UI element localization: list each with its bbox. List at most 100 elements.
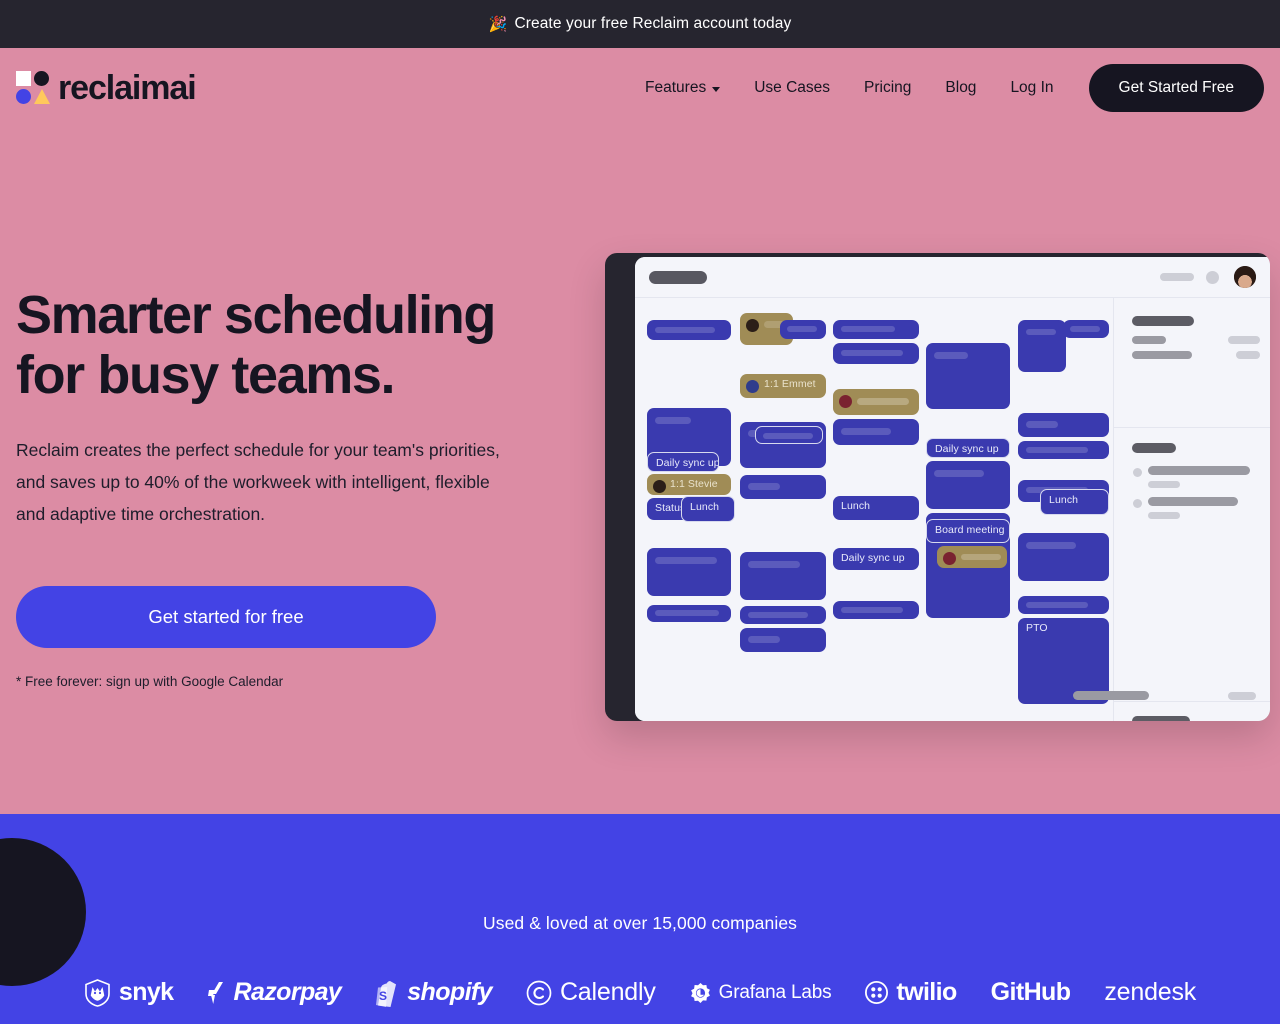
panel-text-placeholder <box>1132 336 1166 344</box>
panel-meta-placeholder <box>1148 512 1180 519</box>
nav-item-features[interactable]: Features <box>628 71 737 105</box>
event-placeholder-line <box>787 326 817 332</box>
calendar-event[interactable] <box>755 426 823 444</box>
topbar-status-dot[interactable] <box>1206 271 1219 284</box>
event-placeholder-line <box>841 607 903 613</box>
logo-label: Calendly <box>559 978 656 1006</box>
hero-subtext: Reclaim creates the perfect schedule for… <box>16 439 500 524</box>
calendar-event[interactable]: Lunch <box>1040 489 1109 515</box>
social-proof-title: Used & loved at over 15,000 companies <box>482 913 798 933</box>
avatar <box>746 380 759 393</box>
panel-title-placeholder <box>1132 316 1194 326</box>
social-proof-section: Used & loved at over 15,000 companies sn… <box>0 814 1280 1024</box>
calendar-event[interactable] <box>833 389 919 415</box>
calendar-event[interactable] <box>740 475 826 499</box>
calendar-event[interactable] <box>740 606 826 624</box>
event-placeholder-line <box>857 398 909 405</box>
event-placeholder-line <box>841 428 891 435</box>
panel-meta-placeholder <box>1148 481 1180 488</box>
logo-circle-dark-shape <box>34 71 49 86</box>
event-placeholder-line <box>841 326 895 332</box>
party-popper-icon: 🎉 <box>488 16 508 33</box>
nav-item-pricing[interactable]: Pricing <box>847 71 928 105</box>
event-placeholder-line <box>934 470 984 477</box>
avatar <box>746 319 759 332</box>
logo-razorpay: Razorpay <box>207 978 342 1007</box>
calendar-event[interactable] <box>647 605 731 622</box>
event-placeholder-line <box>655 557 717 564</box>
logo-zendesk: zendesk <box>1104 978 1196 1007</box>
calendar-event[interactable] <box>926 461 1010 509</box>
calendar-event[interactable] <box>1018 441 1109 459</box>
nav-item-label: Features <box>645 79 707 96</box>
nav-item-log-in[interactable]: Log In <box>993 71 1070 105</box>
calendar-event[interactable] <box>740 628 826 652</box>
calendar-grid: Daily sync up 1:1 Stevie Status r Lunch <box>635 298 1113 721</box>
logo-snyk: snyk <box>84 978 174 1007</box>
main-navigation: Features Use Cases Pricing Blog Log In G… <box>628 64 1264 112</box>
panel-meta-placeholder <box>1236 351 1260 359</box>
calendar-event[interactable] <box>926 343 1010 409</box>
logo-label: twilio <box>896 978 957 1006</box>
company-logo-row: snyk Razorpay S shopify Calendly Grafana… <box>0 978 1280 1007</box>
panel-title-placeholder <box>1132 716 1190 721</box>
calendar-event[interactable] <box>937 546 1007 568</box>
logo-label: GitHub <box>990 978 1071 1006</box>
avatar-image <box>1234 266 1256 288</box>
logo-grafana-labs: Grafana Labs <box>690 982 832 1004</box>
calendar-event[interactable] <box>1063 320 1109 338</box>
event-placeholder-line <box>748 483 780 490</box>
calendar-event[interactable]: 1:1 Stevie <box>647 474 731 495</box>
logo-twilio: twilio <box>865 978 957 1007</box>
calendar-event[interactable] <box>833 601 919 619</box>
calendar-event[interactable]: Daily sync up <box>647 452 719 472</box>
calendar-event[interactable] <box>780 320 826 339</box>
calendar-event[interactable]: Lunch <box>833 496 919 520</box>
topbar-title-placeholder <box>649 270 707 284</box>
calendar-event[interactable] <box>1018 320 1066 372</box>
calendar-event[interactable]: Board meeting <box>926 519 1010 543</box>
divider <box>1114 701 1270 702</box>
calendar-event[interactable] <box>647 320 731 340</box>
calendar-event[interactable] <box>833 320 919 339</box>
logo-square-shape <box>16 71 31 86</box>
calendar-event[interactable] <box>1018 596 1109 614</box>
event-placeholder-line <box>748 561 800 568</box>
event-placeholder-line <box>1026 421 1058 428</box>
panel-text-placeholder <box>1148 497 1238 506</box>
calendar-event[interactable]: Daily sync up <box>926 438 1010 458</box>
nav-item-use-cases[interactable]: Use Cases <box>737 71 847 105</box>
logo-label: zendesk <box>1104 978 1197 1006</box>
calendar-event[interactable] <box>1018 533 1109 581</box>
avatar <box>839 395 852 408</box>
calendar-event[interactable] <box>1018 413 1109 437</box>
get-started-for-free-button[interactable]: Get started for free <box>16 585 436 648</box>
logo-mark-icon <box>16 71 50 105</box>
panel-bullet-dot <box>1133 499 1142 508</box>
calendar-event[interactable]: Daily sync up <box>833 548 919 570</box>
nav-item-label: Pricing <box>864 79 912 96</box>
panel-meta-placeholder <box>1228 336 1260 344</box>
snyk-icon <box>85 978 110 1007</box>
logo-label: shopify <box>407 978 492 1006</box>
event-placeholder-line <box>1026 329 1056 335</box>
calendar-event[interactable] <box>833 419 919 445</box>
announcement-bar[interactable]: 🎉 Create your free Reclaim account today <box>0 0 1280 48</box>
event-placeholder-line <box>1026 602 1088 608</box>
calendar-event[interactable] <box>647 548 731 596</box>
nav-item-label: Log In <box>1010 79 1054 96</box>
calendar-app-mockup: Daily sync up 1:1 Stevie Status r Lunch <box>605 253 1270 721</box>
calendar-event[interactable] <box>833 343 919 364</box>
logo[interactable]: reclaimai <box>16 71 197 105</box>
calendar-event[interactable]: Lunch <box>681 496 735 522</box>
calendar-event[interactable]: 1:1 Emmet <box>740 374 826 398</box>
nav-item-blog[interactable]: Blog <box>928 71 993 105</box>
logo-github: GitHub <box>991 978 1071 1007</box>
calendar-event[interactable] <box>740 552 826 600</box>
get-started-free-button[interactable]: Get Started Free <box>1088 64 1264 112</box>
event-placeholder-line <box>1070 326 1100 332</box>
user-avatar[interactable] <box>1234 266 1256 288</box>
site-header: reclaimai Features Use Cases Pricing Blo… <box>0 48 1280 128</box>
logo-label: Razorpay <box>233 978 342 1006</box>
topbar-label-placeholder <box>1160 273 1194 281</box>
